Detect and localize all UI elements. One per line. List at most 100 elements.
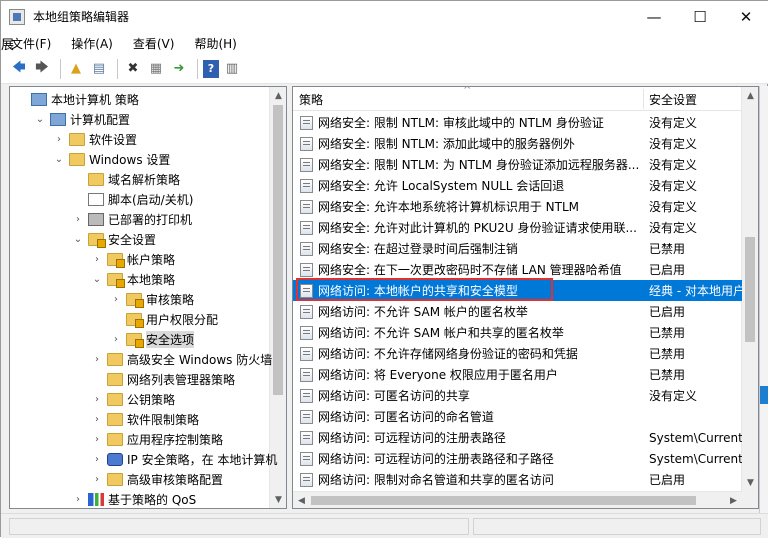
- scroll-thumb[interactable]: [311, 496, 696, 505]
- tree-item[interactable]: › 基于策略的 QoS: [71, 489, 196, 508]
- expand-chevron-icon[interactable]: ›: [90, 414, 104, 425]
- export-icon[interactable]: ➜: [169, 59, 189, 79]
- tree-item[interactable]: › 已部署的打印机: [71, 209, 192, 229]
- column-header-setting[interactable]: 安全设置: [643, 87, 743, 111]
- status-cell: [473, 518, 761, 535]
- tree-item[interactable]: › 公钥策略: [90, 389, 175, 409]
- policy-row[interactable]: 网络安全: 允许对此计算机的 PKU2U 身份验证请求使用联... 没有定义: [293, 217, 742, 238]
- scroll-up-arrow-icon[interactable]: ▲: [742, 87, 758, 104]
- tree-item[interactable]: › 高级审核策略配置: [90, 469, 223, 489]
- list-header: 策略 ^ 安全设置: [293, 87, 742, 111]
- expand-chevron-icon[interactable]: ›: [109, 334, 123, 345]
- expand-chevron-icon[interactable]: ›: [90, 254, 104, 265]
- policy-row[interactable]: 网络安全: 限制 NTLM: 添加此域中的服务器例外 没有定义: [293, 133, 742, 154]
- policy-row[interactable]: 网络访问: 可远程访问的注册表路径 System\CurrentC: [293, 427, 742, 448]
- show-tree-icon[interactable]: ▤: [89, 59, 109, 79]
- computer-icon: [50, 112, 66, 126]
- delete-icon[interactable]: ✖: [123, 59, 143, 79]
- expand-chevron-icon[interactable]: ›: [90, 354, 104, 365]
- policy-name: 网络访问: 将 Everyone 权限应用于匿名用户: [318, 368, 558, 382]
- tree-item-label: 脚本(启动/关机): [108, 192, 194, 207]
- tree-item[interactable]: 用户权限分配: [109, 309, 218, 329]
- tree-item[interactable]: ⌄ 计算机配置: [33, 109, 130, 129]
- menu-file[interactable]: 文件(F): [9, 33, 53, 54]
- forward-icon[interactable]: 🡆: [32, 59, 52, 79]
- policy-row[interactable]: 网络安全: 在超过登录时间后强制注销 已禁用: [293, 238, 742, 259]
- scroll-down-arrow-icon[interactable]: ▼: [742, 474, 758, 491]
- column-header-policy[interactable]: 策略 ^: [293, 87, 643, 111]
- menu-view[interactable]: 查看(V): [131, 33, 177, 54]
- policy-row[interactable]: 网络安全: 允许本地系统将计算机标识用于 NTLM 没有定义: [293, 196, 742, 217]
- policy-row[interactable]: 网络安全: 限制 NTLM: 审核此域中的 NTLM 身份验证 没有定义: [293, 112, 742, 133]
- expand-chevron-icon[interactable]: ›: [90, 394, 104, 405]
- collapse-chevron-icon[interactable]: ⌄: [90, 274, 104, 285]
- close-button[interactable]: ✕: [723, 1, 768, 32]
- tree-item-label: 网络列表管理器策略: [127, 372, 236, 387]
- collapse-chevron-icon[interactable]: ⌄: [33, 114, 47, 125]
- policy-row[interactable]: 网络访问: 不允许存储网络身份验证的密码和凭据 已禁用: [293, 343, 742, 364]
- menu-action[interactable]: 操作(A): [69, 33, 115, 54]
- tree-item[interactable]: ⌄ Windows 设置: [52, 149, 170, 169]
- policy-row[interactable]: 网络访问: 可匿名访问的命名管道: [293, 406, 742, 427]
- tree-item[interactable]: › IP 安全策略，在 本地计算机: [90, 449, 277, 469]
- scroll-up-arrow-icon[interactable]: ▲: [270, 87, 286, 104]
- policy-name: 网络访问: 不允许存储网络身份验证的密码和凭据: [318, 347, 578, 361]
- tree-item[interactable]: 网络列表管理器策略: [90, 369, 235, 389]
- policy-row[interactable]: 网络访问: 将 Everyone 权限应用于匿名用户 已禁用: [293, 364, 742, 385]
- properties-icon[interactable]: ▦: [146, 59, 166, 79]
- tree-item[interactable]: › 帐户策略: [90, 249, 175, 269]
- list-vertical-scrollbar[interactable]: ▲ ▼: [741, 87, 758, 508]
- view-icon[interactable]: ▥: [222, 59, 242, 79]
- policy-setting: System\CurrentC: [649, 430, 742, 445]
- list-horizontal-scrollbar[interactable]: ◀ ▶: [293, 491, 742, 508]
- tree-item[interactable]: 脚本(启动/关机): [71, 189, 193, 209]
- maximize-button[interactable]: ☐: [677, 1, 723, 32]
- policy-icon: [300, 304, 313, 319]
- collapse-chevron-icon[interactable]: ⌄: [71, 234, 85, 245]
- expand-chevron-icon[interactable]: ›: [71, 494, 85, 505]
- expand-chevron-icon[interactable]: ›: [90, 474, 104, 485]
- window-title: 本地组策略编辑器: [33, 10, 130, 24]
- highlight-annotation-box: [296, 278, 553, 301]
- help-icon[interactable]: ?: [203, 59, 219, 78]
- expand-chevron-icon[interactable]: ›: [71, 214, 85, 225]
- policy-row[interactable]: 网络安全: 在下一次更改密码时不存储 LAN 管理器哈希值 已启用: [293, 259, 742, 280]
- scroll-thumb[interactable]: [273, 105, 283, 395]
- policy-row[interactable]: 网络访问: 可远程访问的注册表路径和子路径 System\CurrentC: [293, 448, 742, 469]
- tree-item-label: 安全设置: [108, 232, 157, 247]
- expand-chevron-icon[interactable]: ›: [109, 294, 123, 305]
- scroll-down-arrow-icon[interactable]: ▼: [270, 491, 286, 508]
- tree-item[interactable]: › 软件设置: [52, 129, 137, 149]
- back-icon[interactable]: 🡄: [9, 59, 29, 79]
- tree-item[interactable]: › 审核策略: [109, 289, 194, 309]
- scroll-right-arrow-icon[interactable]: ▶: [725, 492, 742, 508]
- tree-item[interactable]: ⌄ 本地策略: [90, 269, 175, 289]
- policy-row[interactable]: 网络访问: 限制对命名管道和共享的匿名访问 已启用: [293, 469, 742, 490]
- tree-item[interactable]: › 软件限制策略: [90, 409, 199, 429]
- policy-name: 网络安全: 在下一次更改密码时不存储 LAN 管理器哈希值: [318, 263, 622, 277]
- expand-chevron-icon[interactable]: ›: [90, 454, 104, 465]
- tree-item[interactable]: ⌄ 安全设置: [71, 229, 156, 249]
- tree-item[interactable]: › 应用程序控制策略: [90, 429, 223, 449]
- scroll-left-arrow-icon[interactable]: ◀: [293, 492, 310, 508]
- policy-row[interactable]: 网络访问: 可匿名访问的共享 没有定义: [293, 385, 742, 406]
- tree-item[interactable]: 本地计算机 策略: [14, 89, 139, 109]
- up-folder-icon[interactable]: ▲: [66, 59, 86, 79]
- minimize-button[interactable]: —: [631, 1, 677, 32]
- toolbar-separator: [60, 58, 61, 79]
- collapse-chevron-icon[interactable]: ⌄: [52, 154, 66, 165]
- expand-chevron-icon[interactable]: ›: [52, 134, 66, 145]
- tree-item[interactable]: 域名解析策略: [71, 169, 180, 189]
- tree-item-label: 本地计算机 策略: [51, 92, 139, 107]
- tree-item[interactable]: › 安全选项: [109, 329, 195, 349]
- policy-row[interactable]: 网络安全: 限制 NTLM: 为 NTLM 身份验证添加远程服务器... 没有定义: [293, 154, 742, 175]
- policy-row[interactable]: 网络访问: 不允许 SAM 帐户和共享的匿名枚举 已禁用: [293, 322, 742, 343]
- tree-vertical-scrollbar[interactable]: ▲ ▼: [269, 87, 286, 508]
- tree-item[interactable]: › 高级安全 Windows 防火墙: [90, 349, 272, 369]
- policy-row[interactable]: 网络访问: 不允许 SAM 帐户的匿名枚举 已启用: [293, 301, 742, 322]
- scroll-thumb[interactable]: [745, 237, 755, 342]
- policy-row[interactable]: 网络安全: 允许 LocalSystem NULL 会话回退 没有定义: [293, 175, 742, 196]
- menu-help[interactable]: 帮助(H): [192, 33, 238, 54]
- expand-chevron-icon[interactable]: ›: [90, 434, 104, 445]
- policy-setting: 已禁用: [649, 242, 686, 256]
